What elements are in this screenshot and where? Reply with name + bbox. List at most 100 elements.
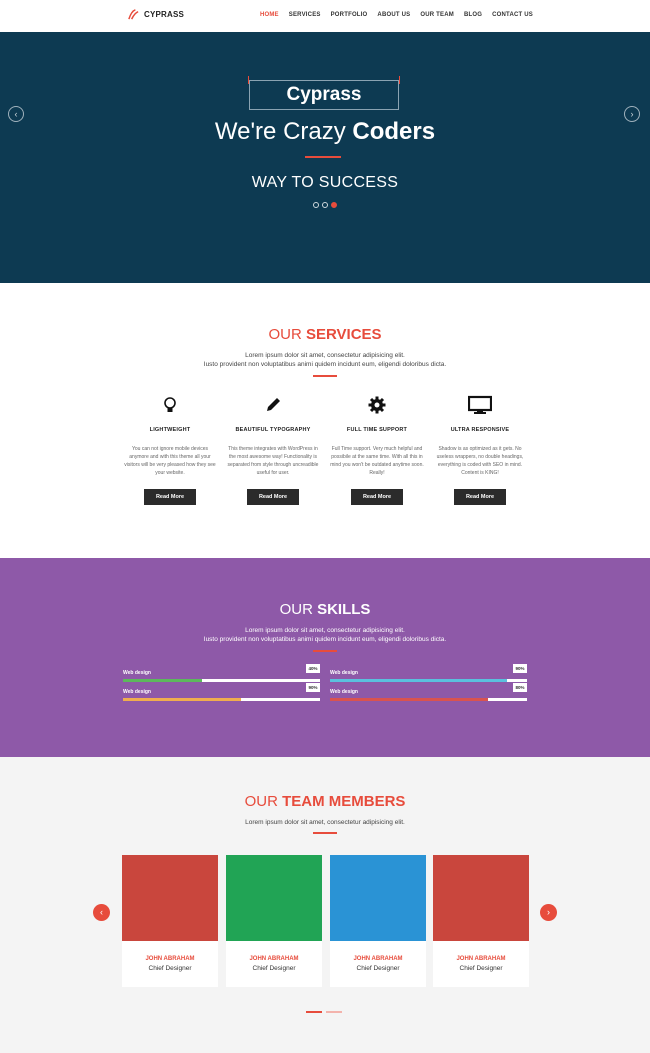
monitor-icon [468,395,492,414]
service-title: LIGHTWEIGHT [149,427,191,433]
chevron-right-icon: › [630,109,634,119]
logo-icon [128,9,139,20]
services-divider [313,375,337,377]
slider-next-button[interactable]: › [624,106,640,122]
skill-percent: 90% [513,664,527,673]
service-text: Shadow is as optimized as it gets. No us… [436,446,524,476]
service-text: Full Time support. Very much helpful and… [330,446,424,476]
read-more-button[interactable]: Read More [351,489,403,505]
hero-subtitle: We're Crazy Coders [0,118,650,146]
skill-fill [123,679,202,682]
skill-fill [330,698,488,701]
member-photo [433,855,529,941]
skill-fill [123,698,242,701]
service-title: BEAUTIFUL TYPOGRAPHY [235,427,311,433]
menu-item-home[interactable]: HOME [260,12,279,18]
service-item: BEAUTIFUL TYPOGRAPHY This theme integrat… [225,395,321,505]
skill-track [330,679,527,682]
skill-label: Web design [123,670,151,676]
member-role: Chief Designer [356,965,400,972]
read-more-button[interactable]: Read More [454,489,506,505]
skill-label: Web design [123,689,151,695]
skill-track [123,698,320,701]
services-section: OUR SERVICES Lorem ipsum dolor sit amet,… [0,283,650,558]
service-item: ULTRA RESPONSIVE Shadow is as optimized … [432,395,528,505]
menu-item-contact[interactable]: CONTACT US [492,12,533,18]
team-prev-button[interactable]: ‹ [93,904,110,921]
hero-slider: Cyprass We're Crazy Coders WAY TO SUCCES… [0,32,650,283]
skill-fill [330,679,508,682]
skills-section: OUR SKILLS Lorem ipsum dolor sit amet, c… [0,558,650,757]
service-title: FULL TIME SUPPORT [346,427,408,433]
team-card[interactable]: JOHN ABRAHAM Chief Designer [122,855,218,987]
skills-title: OUR SKILLS [0,601,650,618]
read-more-button[interactable]: Read More [247,489,299,505]
services-title-bold: SERVICES [305,326,382,343]
hero-divider [305,156,341,158]
slider-dot-active[interactable] [331,202,337,208]
chevron-left-icon: ‹ [14,109,18,119]
top-navbar: CYPRASS HOME SERVICES PORTFOLIO ABOUT US… [0,0,650,32]
team-title-bold: TEAM MEMBERS [282,793,406,810]
chevron-right-icon: › [547,907,550,917]
slider-prev-button[interactable]: ‹ [8,106,24,122]
services-text-line: Lorem ipsum dolor sit amet, consectetur … [245,352,405,359]
hero-subtitle-light: We're Crazy [214,118,353,145]
member-role: Chief Designer [459,965,503,972]
member-name: JOHN ABRAHAM [145,956,195,962]
chevron-left-icon: ‹ [100,907,103,917]
team-section: OUR TEAM MEMBERS Lorem ipsum dolor sit a… [0,757,650,1053]
skills-description: Lorem ipsum dolor sit amet, consectetur … [0,626,650,644]
member-photo [122,855,218,941]
skill-percent: 90% [306,683,320,692]
team-page-dot[interactable] [326,1011,342,1013]
service-text: You can not ignore mobile devices anymor… [124,446,216,476]
menu-item-services[interactable]: SERVICES [289,12,321,18]
read-more-button[interactable]: Read More [144,489,196,505]
hero-title: Cyprass [286,84,362,105]
skill-label: Web design [330,689,358,695]
skill-percent: 80% [513,683,527,692]
menu-item-team[interactable]: OUR TEAM [420,12,454,18]
gear-icon [368,396,386,414]
team-title-light: OUR [244,793,283,810]
member-role: Chief Designer [252,965,296,972]
hero-subtitle-bold: Coders [352,118,436,145]
menu-item-portfolio[interactable]: PORTFOLIO [331,12,368,18]
skills-text-line: Lorem ipsum dolor sit amet, consectetur … [245,627,405,634]
team-description: Lorem ipsum dolor sit amet, consectetur … [245,819,405,826]
team-card[interactable]: JOHN ABRAHAM Chief Designer [330,855,426,987]
services-title-light: OUR [268,326,306,343]
menu-item-blog[interactable]: BLOG [464,12,482,18]
services-description: Lorem ipsum dolor sit amet, consectetur … [0,351,650,369]
team-page-dot-active[interactable] [306,1011,322,1013]
skills-title-light: OUR [279,601,318,618]
slider-dot[interactable] [313,202,319,208]
skill-track [330,698,527,701]
service-text: This theme integrates with WordPress in … [227,446,319,476]
skill-percent: 40% [306,664,320,673]
service-item: LIGHTWEIGHT You can not ignore mobile de… [122,395,218,505]
slider-pagination [313,202,337,208]
lightbulb-icon [164,397,176,412]
services-title: OUR SERVICES [0,326,650,343]
slider-dot[interactable] [322,202,328,208]
skill-track [123,679,320,682]
team-next-button[interactable]: › [540,904,557,921]
member-name: JOHN ABRAHAM [456,956,506,962]
skill-label: Web design [330,670,358,676]
team-card[interactable]: JOHN ABRAHAM Chief Designer [433,855,529,987]
service-title: ULTRA RESPONSIVE [450,427,510,433]
team-pagination [306,1011,342,1013]
member-name: JOHN ABRAHAM [353,956,403,962]
member-role: Chief Designer [148,965,192,972]
skills-title-bold: SKILLS [317,601,371,618]
skills-divider [313,650,337,652]
hero-tagline: WAY TO SUCCESS [251,174,399,191]
skills-text-line: Iusto provident non voluptatibus animi q… [203,636,447,643]
member-name: JOHN ABRAHAM [249,956,299,962]
member-photo [226,855,322,941]
menu-item-about[interactable]: ABOUT US [377,12,410,18]
brand-logo[interactable]: CYPRASS [127,8,184,21]
team-card[interactable]: JOHN ABRAHAM Chief Designer [226,855,322,987]
